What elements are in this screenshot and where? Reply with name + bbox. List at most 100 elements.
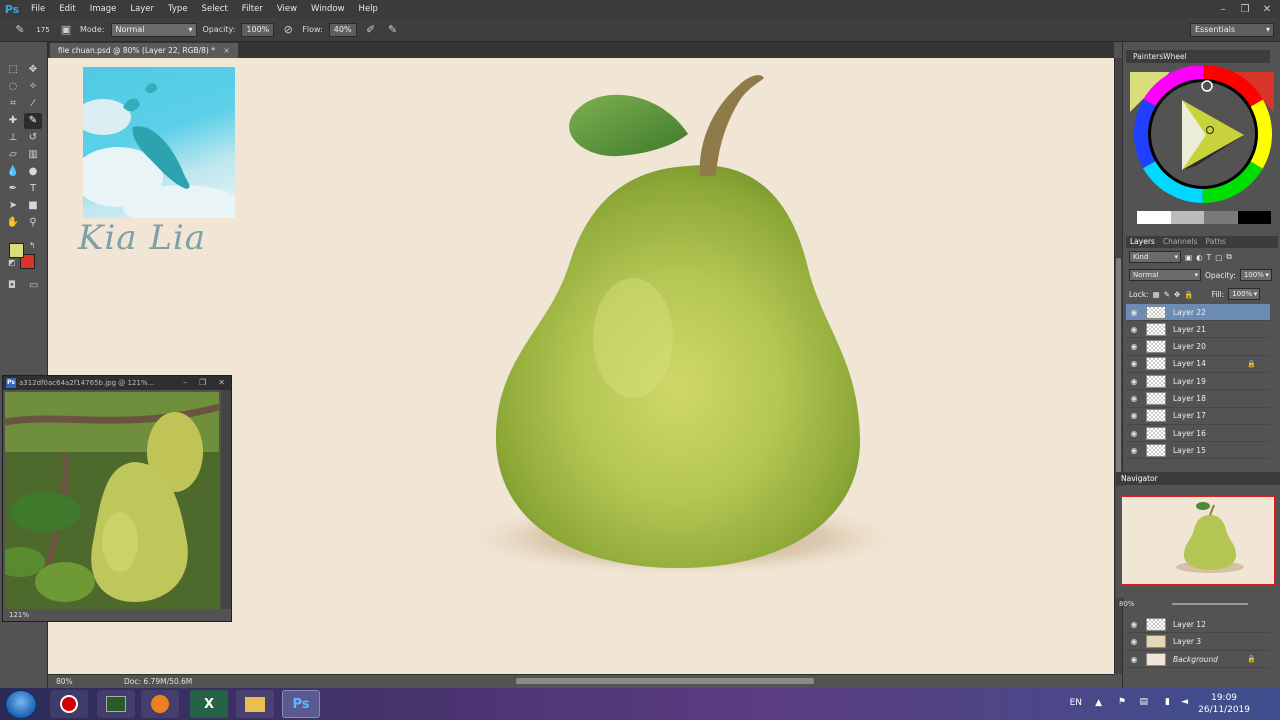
visibility-eye-icon[interactable]: ◉ (1126, 411, 1142, 420)
foreground-color-swatch[interactable] (9, 243, 24, 258)
tab-layers[interactable]: Layers (1130, 236, 1155, 248)
filter-shape-icon[interactable]: ▢ (1215, 253, 1222, 262)
crop-tool-icon[interactable]: ⌗ (4, 96, 22, 112)
layer-name[interactable]: Layer 15 (1173, 446, 1206, 455)
layer-name[interactable]: Layer 22 (1173, 308, 1206, 317)
visibility-eye-icon[interactable]: ◉ (1126, 308, 1142, 317)
menu-help[interactable]: Help (352, 0, 385, 18)
document-tab[interactable]: file chuan.psd @ 80% (Layer 22, RGB/8) *… (50, 43, 238, 58)
brush-tool-icon[interactable]: ✎ (24, 113, 42, 129)
excel-task-button[interactable]: X (190, 690, 228, 718)
reference-close-button[interactable]: ✕ (218, 376, 225, 390)
canvas-vertical-scroll-thumb[interactable] (1116, 258, 1121, 478)
visibility-eye-icon[interactable]: ◉ (1126, 394, 1142, 403)
action-center-icon[interactable]: ▤ (1139, 697, 1148, 707)
terminal-task-button[interactable] (97, 690, 135, 718)
lock-transparent-icon[interactable]: ▦ (1153, 290, 1160, 299)
system-clock[interactable]: 19:09 26/11/2019 (1198, 692, 1250, 716)
recorder-task-button[interactable] (50, 690, 88, 718)
photoshop-task-button[interactable]: Ps (282, 690, 320, 718)
zoom-tool-icon[interactable]: ⚲ (24, 215, 42, 231)
visibility-eye-icon[interactable]: ◉ (1126, 359, 1142, 368)
filter-smart-icon[interactable]: ⧉ (1226, 252, 1231, 262)
gradient-tool-icon[interactable]: ▥ (24, 147, 42, 163)
layer-row[interactable]: ◉ Layer 15 (1126, 442, 1270, 460)
history-brush-tool-icon[interactable]: ↺ (24, 130, 42, 146)
layer-name[interactable]: Layer 18 (1173, 394, 1206, 403)
restore-button[interactable]: ❐ (1238, 4, 1252, 15)
layer-row[interactable]: ◉ Layer 17 (1126, 408, 1270, 425)
layer-row[interactable]: ◉ Layer 12 (1126, 616, 1270, 633)
mode-select[interactable]: Normal (110, 22, 197, 37)
stamp-tool-icon[interactable]: ⊥ (4, 130, 22, 146)
navigator-preview[interactable] (1121, 496, 1275, 585)
navigator-header[interactable]: Navigator (1116, 472, 1280, 485)
quick-mask-icon[interactable]: ◘ (8, 280, 16, 291)
screen-mode-icon[interactable]: ▭ (29, 280, 38, 291)
pressure-opacity-icon[interactable]: ⊘ (280, 22, 296, 38)
airbrush-icon[interactable]: ✐ (363, 22, 379, 38)
tab-paths[interactable]: Paths (1206, 236, 1226, 248)
menu-window[interactable]: Window (304, 0, 352, 18)
visibility-eye-icon[interactable]: ◉ (1126, 446, 1142, 455)
layer-name[interactable]: Layer 16 (1173, 429, 1206, 438)
menu-select[interactable]: Select (195, 0, 235, 18)
layer-name[interactable]: Layer 20 (1173, 342, 1206, 351)
layer-name[interactable]: Background (1173, 655, 1218, 664)
navigator-zoom-slider[interactable] (1172, 603, 1248, 605)
layer-kind-filter[interactable]: Kind (1129, 251, 1181, 263)
tray-expand-icon[interactable]: ▲ (1095, 698, 1102, 708)
layer-name[interactable]: Layer 3 (1173, 637, 1201, 646)
brush-tool-icon[interactable]: ✎ (12, 22, 28, 38)
volume-icon[interactable]: ◄ (1181, 697, 1188, 707)
layer-row[interactable]: ◉ Layer 19 (1126, 373, 1270, 391)
filter-type-icon[interactable]: T (1207, 253, 1212, 262)
blur-tool-icon[interactable]: 💧 (4, 164, 22, 180)
layer-row[interactable]: ◉ Layer 3 (1126, 634, 1270, 651)
eraser-tool-icon[interactable]: ▱ (4, 147, 22, 163)
menu-edit[interactable]: Edit (52, 0, 82, 18)
layer-row[interactable]: ◉ Layer 22 (1126, 304, 1270, 321)
minimize-button[interactable]: – (1216, 4, 1230, 15)
visibility-eye-icon[interactable]: ◉ (1126, 325, 1142, 334)
visibility-eye-icon[interactable]: ◉ (1126, 377, 1142, 386)
layer-name[interactable]: Layer 19 (1173, 377, 1206, 386)
brush-size-picker[interactable]: 175 (34, 26, 52, 34)
flow-field[interactable]: 40% (328, 22, 357, 37)
visibility-eye-icon[interactable]: ◉ (1126, 429, 1142, 438)
filter-pixel-icon[interactable]: ▣ (1185, 253, 1192, 262)
lock-all-icon[interactable]: 🔒 (1184, 290, 1193, 299)
reference-restore-button[interactable]: ❐ (199, 376, 206, 390)
power-icon[interactable]: ▮ (1165, 697, 1170, 707)
tab-channels[interactable]: Channels (1163, 236, 1198, 248)
menu-filter[interactable]: Filter (235, 0, 270, 18)
layer-row[interactable]: ◉ Background 🔒 (1126, 651, 1270, 668)
network-icon[interactable]: ⚑ (1118, 697, 1126, 707)
status-zoom[interactable]: 80% (48, 677, 84, 686)
menu-file[interactable]: File (24, 0, 52, 18)
close-button[interactable]: ✕ (1260, 4, 1274, 15)
layer-row[interactable]: ◉ Layer 18 (1126, 391, 1270, 408)
swap-colors-icon[interactable]: ↰ (29, 241, 36, 250)
pen-tool-icon[interactable]: ✒ (4, 181, 22, 197)
media-player-task-button[interactable] (141, 690, 179, 718)
visibility-eye-icon[interactable]: ◉ (1126, 342, 1142, 351)
painters-wheel-header[interactable]: PaintersWheel (1126, 50, 1270, 63)
opacity-field[interactable]: 100% (241, 22, 275, 37)
lock-image-icon[interactable]: ✎ (1164, 290, 1170, 299)
layer-blend-mode-select[interactable]: Normal (1129, 269, 1201, 281)
menu-view[interactable]: View (270, 0, 304, 18)
type-tool-icon[interactable]: T (24, 181, 42, 197)
visibility-eye-icon[interactable]: ◉ (1126, 637, 1142, 646)
layer-row[interactable]: ◉ Layer 20 (1126, 339, 1270, 356)
reference-minimize-button[interactable]: – (183, 376, 187, 390)
status-doc-size[interactable]: Doc: 6.79M/50.6M (124, 677, 192, 686)
reference-window-titlebar[interactable]: Ps a312df0ac64a2f14765b.jpg @ 121%... – … (3, 376, 231, 390)
layer-row[interactable]: ◉ Layer 21 (1126, 321, 1270, 339)
brush-panel-toggle-icon[interactable]: ▣ (58, 22, 74, 38)
layer-name[interactable]: Layer 21 (1173, 325, 1206, 334)
layer-fill-field[interactable]: 100% (1228, 288, 1261, 300)
magic-wand-tool-icon[interactable]: ✧ (24, 79, 42, 95)
workspace-select[interactable]: Essentials (1190, 23, 1274, 37)
language-indicator[interactable]: EN (1070, 698, 1082, 708)
